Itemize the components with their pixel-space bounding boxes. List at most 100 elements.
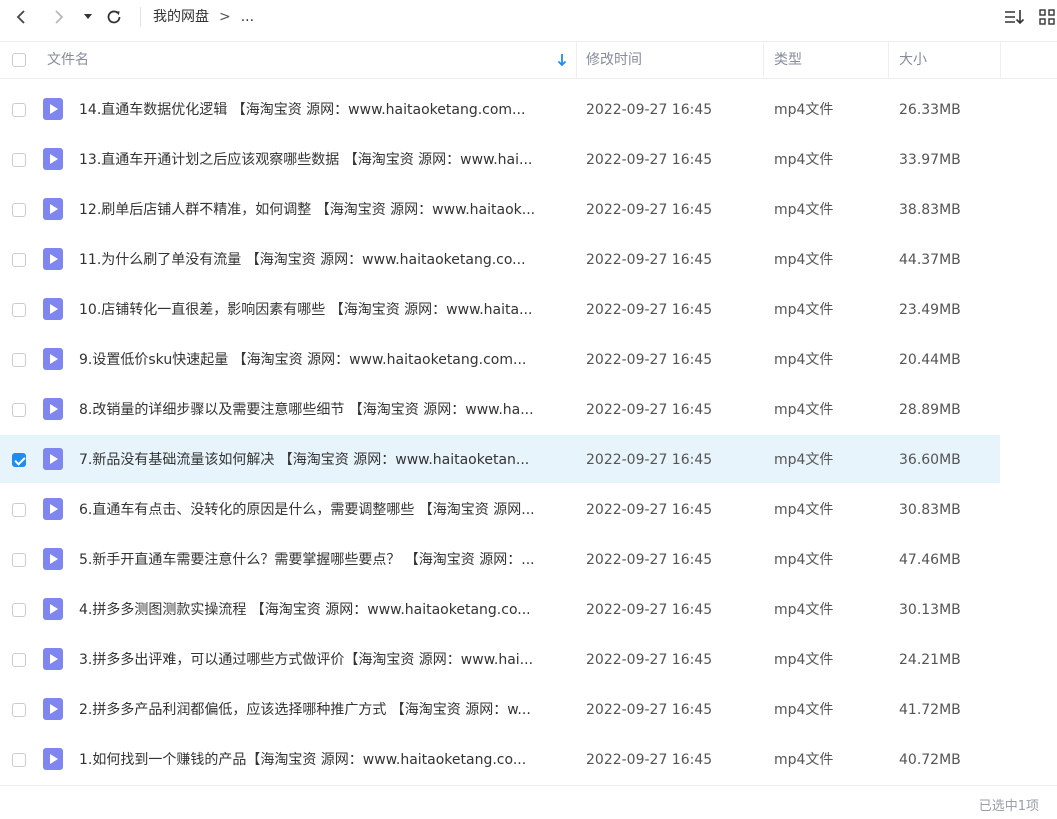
file-name[interactable]: 6.直通车有点击、没转化的原因是什么，需要调整哪些 【海淘宝资 源网... [79,485,559,535]
arrow-down-icon [557,54,567,67]
grid-view-icon [1039,9,1055,25]
column-header-modified[interactable]: 修改时间 [586,42,642,78]
row-checkbox[interactable] [12,453,26,467]
row-checkbox[interactable] [12,303,26,317]
video-file-icon [43,748,63,770]
file-type: mp4文件 [774,652,834,668]
file-name[interactable]: 4.拼多多测图测款实操流程 【海淘宝资 源网：www.haitaoketang.… [79,585,559,635]
grid-view-button[interactable] [1037,4,1057,30]
row-checkbox[interactable] [12,603,26,617]
row-checkbox[interactable] [12,653,26,667]
caret-down-icon [84,14,92,19]
column-divider[interactable] [576,42,577,78]
file-size: 28.89MB [899,402,961,418]
table-row[interactable]: 14.直通车数据优化逻辑 【海淘宝资 源网：www.haitaoketang.c… [0,85,1000,133]
file-modified-time: 2022-09-27 16:45 [586,152,713,168]
file-name[interactable]: 12.刷单后店铺人群不精准，如何调整 【海淘宝资 源网：www.haitaok.… [79,185,559,235]
file-type: mp4文件 [774,402,834,418]
file-name[interactable]: 11.为什么刷了单没有流量 【海淘宝资 源网：www.haitaoketang.… [79,235,559,285]
file-modified-time: 2022-09-27 16:45 [586,452,713,468]
table-row[interactable]: 9.设置低价sku快速起量 【海淘宝资 源网：www.haitaoketang.… [0,335,1000,383]
video-file-icon [43,98,63,120]
file-type: mp4文件 [774,452,834,468]
file-name[interactable]: 14.直通车数据优化逻辑 【海淘宝资 源网：www.haitaoketang.c… [79,85,559,135]
select-all-checkbox[interactable] [12,53,26,67]
chevron-right-icon [55,10,64,24]
row-checkbox[interactable] [12,203,26,217]
toolbar-divider [140,7,141,27]
table-row[interactable]: 4.拼多多测图测款实操流程 【海淘宝资 源网：www.haitaoketang.… [0,585,1000,633]
column-header-type[interactable]: 类型 [774,42,802,78]
row-checkbox[interactable] [12,703,26,717]
history-dropdown-button[interactable] [80,4,96,30]
file-type: mp4文件 [774,252,834,268]
row-checkbox[interactable] [12,553,26,567]
table-row[interactable]: 1.如何找到一个赚钱的产品【海淘宝资 源网：www.haitaoketang.c… [0,735,1000,783]
file-name[interactable]: 9.设置低价sku快速起量 【海淘宝资 源网：www.haitaoketang.… [79,335,559,385]
row-checkbox[interactable] [12,103,26,117]
file-type: mp4文件 [774,302,834,318]
file-name[interactable]: 8.改销量的详细步骤以及需要注意哪些细节 【海淘宝资 源网：www.ha... [79,385,559,435]
breadcrumb-separator: > [219,9,231,25]
table-row[interactable]: 6.直通车有点击、没转化的原因是什么，需要调整哪些 【海淘宝资 源网... 202… [0,485,1000,533]
file-modified-time: 2022-09-27 16:45 [586,352,713,368]
row-checkbox[interactable] [12,353,26,367]
table-row[interactable]: 5.新手开直通车需要注意什么？需要掌握哪些要点？ 【海淘宝资 源网：... 202… [0,535,1000,583]
file-type: mp4文件 [774,702,834,718]
sort-button[interactable] [1003,4,1027,30]
column-header-name[interactable]: 文件名 [47,42,89,78]
video-file-icon [43,698,63,720]
breadcrumb-root[interactable]: 我的网盘 [153,7,209,27]
column-divider[interactable] [1000,42,1001,78]
file-name[interactable]: 10.店铺转化一直很差，影响因素有哪些 【海淘宝资 源网：www.haita..… [79,285,559,335]
row-checkbox[interactable] [12,153,26,167]
table-row[interactable]: 2.拼多多产品利润都偏低，应该选择哪种推广方式 【海淘宝资 源网：w... 202… [0,685,1000,733]
forward-button[interactable] [48,4,70,30]
file-size: 23.49MB [899,302,961,318]
sort-icon [1005,10,1025,25]
file-size: 30.13MB [899,602,961,618]
table-row[interactable]: 13.直通车开通计划之后应该观察哪些数据 【海淘宝资 源网：www.hai...… [0,135,1000,183]
video-file-icon [43,648,63,670]
file-size: 26.33MB [899,102,961,118]
column-divider[interactable] [888,42,889,78]
file-name[interactable]: 7.新品没有基础流量该如何解决 【海淘宝资 源网：www.haitaoketan… [79,435,559,485]
file-modified-time: 2022-09-27 16:45 [586,502,713,518]
column-header-size[interactable]: 大小 [899,42,927,78]
file-name[interactable]: 13.直通车开通计划之后应该观察哪些数据 【海淘宝资 源网：www.hai... [79,135,559,185]
table-row[interactable]: 12.刷单后店铺人群不精准，如何调整 【海淘宝资 源网：www.haitaok.… [0,185,1000,233]
table-row[interactable]: 7.新品没有基础流量该如何解决 【海淘宝资 源网：www.haitaoketan… [0,435,1000,483]
file-name[interactable]: 1.如何找到一个赚钱的产品【海淘宝资 源网：www.haitaoketang.c… [79,735,559,785]
table-row[interactable]: 10.店铺转化一直很差，影响因素有哪些 【海淘宝资 源网：www.haita..… [0,285,1000,333]
column-divider[interactable] [763,42,764,78]
footer-divider [0,785,1057,786]
file-modified-time: 2022-09-27 16:45 [586,702,713,718]
row-checkbox[interactable] [12,753,26,767]
file-size: 24.21MB [899,652,961,668]
row-checkbox[interactable] [12,503,26,517]
toolbar: 我的网盘 > ... [0,0,1057,34]
file-type: mp4文件 [774,602,834,618]
table-row[interactable]: 11.为什么刷了单没有流量 【海淘宝资 源网：www.haitaoketang.… [0,235,1000,283]
refresh-button[interactable] [102,4,126,30]
video-file-icon [43,148,63,170]
file-modified-time: 2022-09-27 16:45 [586,552,713,568]
file-name[interactable]: 3.拼多多出评难，可以通过哪些方式做评价【海淘宝资 源网：www.hai... [79,635,559,685]
file-size: 38.83MB [899,202,961,218]
file-name[interactable]: 2.拼多多产品利润都偏低，应该选择哪种推广方式 【海淘宝资 源网：w... [79,685,559,735]
video-file-icon [43,548,63,570]
back-button[interactable] [10,4,32,30]
breadcrumb-more[interactable]: ... [241,7,254,27]
row-checkbox[interactable] [12,253,26,267]
file-modified-time: 2022-09-27 16:45 [586,302,713,318]
row-checkbox[interactable] [12,403,26,417]
table-row[interactable]: 3.拼多多出评难，可以通过哪些方式做评价【海淘宝资 源网：www.hai... 2… [0,635,1000,683]
refresh-icon [107,10,121,24]
file-size: 44.37MB [899,252,961,268]
file-modified-time: 2022-09-27 16:45 [586,602,713,618]
file-size: 47.46MB [899,552,961,568]
sort-direction-indicator[interactable] [555,48,569,72]
file-name[interactable]: 5.新手开直通车需要注意什么？需要掌握哪些要点？ 【海淘宝资 源网：... [79,535,559,585]
file-modified-time: 2022-09-27 16:45 [586,402,713,418]
table-row[interactable]: 8.改销量的详细步骤以及需要注意哪些细节 【海淘宝资 源网：www.ha... 2… [0,385,1000,433]
